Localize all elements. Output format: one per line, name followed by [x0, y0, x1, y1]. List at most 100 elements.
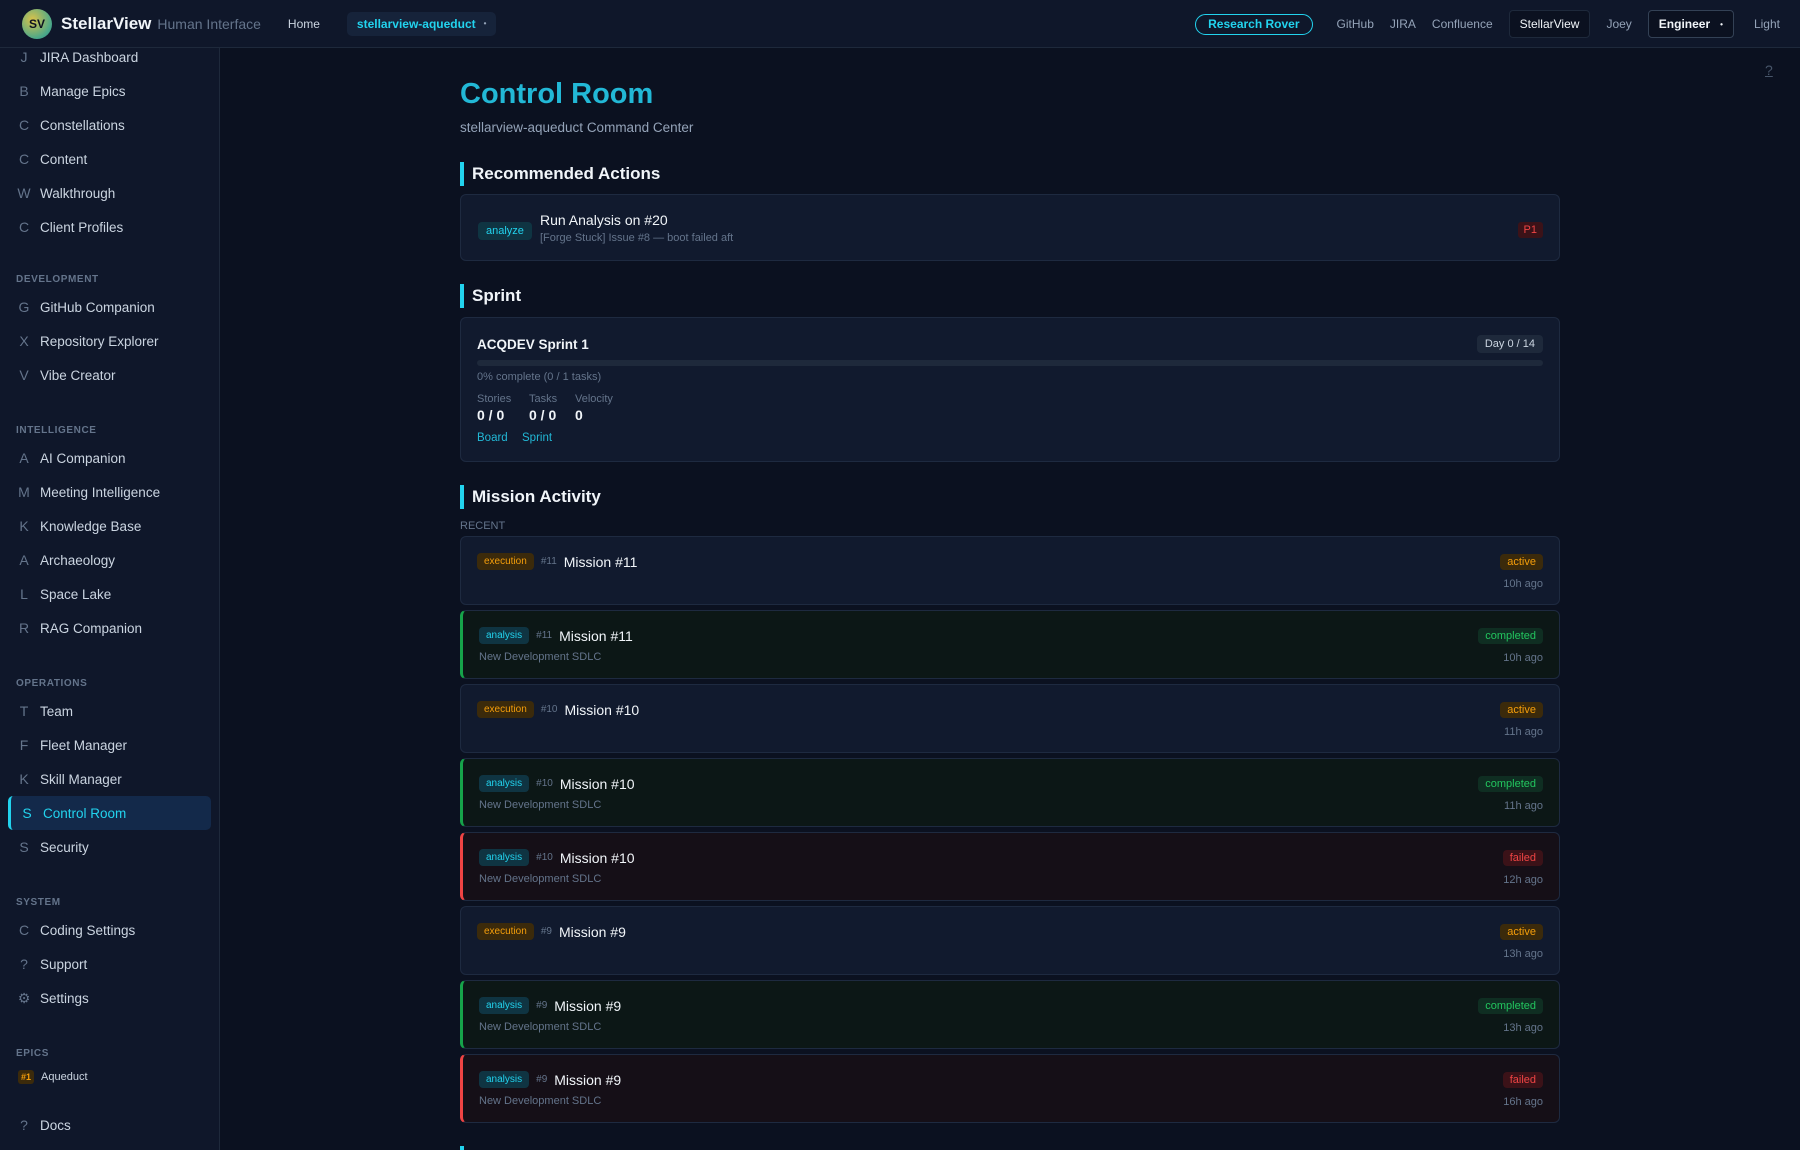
- mission-row[interactable]: execution #9 Mission #9 active 13h ago: [460, 906, 1560, 975]
- help-icon[interactable]: ?: [1765, 62, 1773, 78]
- sidebar-item-constellations[interactable]: C Constellations: [8, 109, 211, 141]
- action-subtitle: [Forge Stuck] Issue #8 — boot failed aft: [540, 232, 734, 244]
- role-value: Engineer: [1658, 17, 1711, 31]
- sidebar-item-manage-epics[interactable]: B Manage Epics: [8, 75, 211, 107]
- mission-row[interactable]: execution #10 Mission #10 active 11h ago: [460, 684, 1560, 753]
- mission-row[interactable]: analysis #10 Mission #10 New Development SD…: [460, 832, 1560, 901]
- mission-row[interactable]: analysis #9 Mission #9 New Development SDLC…: [460, 1054, 1560, 1123]
- sprint-day-badge: Day 0 / 14: [1476, 335, 1543, 353]
- sidebar-item-meeting-intelligence[interactable]: M Meeting Intelligence: [8, 476, 211, 508]
- mission-status-badge: active: [1500, 554, 1543, 570]
- mission-row[interactable]: analysis #9 Mission #9 New Development SDLC…: [460, 980, 1560, 1049]
- stat-value: 0 / 0: [529, 407, 557, 423]
- sidebar-item-icon: C: [18, 219, 30, 235]
- sidebar-item-label: Repository Explorer: [40, 333, 159, 349]
- sidebar-item-control-room[interactable]: S Control Room: [8, 796, 211, 830]
- logo-icon[interactable]: SV: [22, 8, 52, 39]
- sidebar-item-vibe-creator[interactable]: V Vibe Creator: [8, 359, 211, 391]
- sidebar-item-coding-settings[interactable]: C Coding Settings: [8, 914, 211, 946]
- epic-label: Aqueduct: [41, 1071, 88, 1083]
- mission-header: execution #11 Mission #11: [477, 553, 637, 570]
- sprint-card: ACQDEV Sprint 1 Day 0 / 14 0% complete (…: [460, 317, 1560, 462]
- recommended-action-card[interactable]: analyze Run Analysis on #20 [Forge Stuck…: [460, 194, 1560, 261]
- sidebar-item-team[interactable]: T Team: [8, 695, 211, 727]
- sidebar: J JIRA Dashboard B Manage Epics C Constella…: [0, 48, 220, 1150]
- mission-activity-heading: Mission Activity: [460, 485, 601, 509]
- sidebar-item-icon: L: [20, 586, 28, 602]
- mission-header: analysis #9 Mission #9: [479, 1071, 621, 1088]
- home-link[interactable]: Home: [288, 17, 320, 31]
- sidebar-item-fleet-manager[interactable]: F Fleet Manager: [8, 729, 211, 761]
- recommended-actions-heading: Recommended Actions: [460, 162, 660, 186]
- mission-number: #10: [536, 852, 553, 863]
- mission-status-badge: failed: [1502, 850, 1543, 866]
- sidebar-item-icon: S: [19, 839, 29, 855]
- research-rover-button[interactable]: Research Rover: [1195, 13, 1313, 35]
- mission-title: Mission #10: [564, 701, 640, 718]
- brand-subtitle: Human Interface: [157, 15, 261, 32]
- sidebar-section-intelligence: INTELLIGENCE: [16, 425, 97, 436]
- mission-time: 12h ago: [1503, 874, 1543, 886]
- mission-row[interactable]: execution #11 Mission #11 active 10h ago: [460, 536, 1560, 605]
- sidebar-item-security[interactable]: S Security: [8, 831, 211, 863]
- sidebar-item-label: Security: [40, 839, 89, 855]
- mission-row[interactable]: analysis #10 Mission #10 New Development SD…: [460, 758, 1560, 827]
- sidebar-epic-aqueduct[interactable]: #1 Aqueduct: [18, 1070, 88, 1084]
- sidebar-item-icon: V: [19, 367, 29, 383]
- sidebar-item-icon: R: [18, 620, 30, 636]
- board-link[interactable]: Board: [477, 432, 508, 444]
- sidebar-item-space-lake[interactable]: L Space Lake: [8, 578, 211, 610]
- mission-status-badge: failed: [1502, 1072, 1543, 1088]
- sidebar-item-icon: S: [22, 805, 32, 821]
- sidebar-item-settings[interactable]: ⚙ Settings: [8, 982, 211, 1014]
- sidebar-item-label: Support: [40, 956, 88, 972]
- sidebar-item-archaeology[interactable]: A Archaeology: [8, 544, 211, 576]
- mission-number: #9: [536, 1000, 548, 1011]
- sprint-stat-stories: Stories 0 / 0: [477, 393, 511, 423]
- brand-name[interactable]: StellarView: [61, 14, 151, 34]
- sidebar-item-icon: C: [18, 151, 30, 167]
- sidebar-item-support[interactable]: ? Support: [8, 948, 211, 980]
- role-selector[interactable]: Engineer •: [1647, 10, 1734, 38]
- sidebar-item-content[interactable]: C Content: [8, 143, 211, 175]
- sidebar-item-github-companion[interactable]: G GitHub Companion: [8, 291, 211, 323]
- jira-link[interactable]: JIRA: [1390, 17, 1416, 31]
- sidebar-item-walkthrough[interactable]: W Walkthrough: [8, 177, 211, 209]
- sidebar-item-label: Walkthrough: [40, 185, 116, 201]
- epic-badge: #1: [18, 1070, 35, 1084]
- sidebar-item-label: Archaeology: [40, 552, 116, 568]
- mission-type-tag: analysis: [479, 997, 530, 1014]
- theme-toggle[interactable]: Light: [1754, 17, 1780, 31]
- github-link[interactable]: GitHub: [1337, 17, 1374, 31]
- mission-number: #9: [540, 926, 552, 937]
- sprint-stat-velocity: Velocity 0: [575, 393, 613, 423]
- confluence-link[interactable]: Confluence: [1432, 17, 1493, 31]
- sidebar-item-label: Constellations: [40, 117, 125, 133]
- stellarview-link[interactable]: StellarView: [1508, 10, 1591, 38]
- sidebar-item-label: Fleet Manager: [40, 737, 128, 753]
- sidebar-item-icon: T: [19, 703, 29, 719]
- action-title: Run Analysis on #20: [540, 212, 668, 228]
- sidebar-item-knowledge-base[interactable]: K Knowledge Base: [8, 510, 211, 542]
- sidebar-item-label: JIRA Dashboard: [40, 49, 139, 65]
- sidebar-item-skill-manager[interactable]: K Skill Manager: [8, 763, 211, 795]
- sidebar-item-rag-companion[interactable]: R RAG Companion: [8, 612, 211, 644]
- user-name[interactable]: Joey: [1606, 17, 1631, 31]
- stat-label: Tasks: [529, 393, 558, 405]
- mission-title: Mission #9: [558, 923, 626, 940]
- mission-header: execution #10 Mission #10: [477, 701, 639, 718]
- project-selector[interactable]: stellarview-aqueduct •: [346, 11, 497, 36]
- sidebar-item-icon: A: [19, 552, 29, 568]
- sprint-link[interactable]: Sprint: [522, 432, 552, 444]
- sidebar-item-jira-dashboard[interactable]: J JIRA Dashboard: [8, 48, 211, 73]
- mission-subtitle: New Development SDLC: [479, 873, 602, 885]
- priority-badge: P1: [1517, 222, 1543, 238]
- mission-status-badge: active: [1500, 924, 1543, 940]
- sidebar-item-label: Space Lake: [40, 586, 112, 602]
- sidebar-item-repository-explorer[interactable]: X Repository Explorer: [8, 325, 211, 357]
- mission-row[interactable]: analysis #11 Mission #11 New Development SD…: [460, 610, 1560, 679]
- sidebar-item-label: GitHub Companion: [40, 299, 155, 315]
- sidebar-item-ai-companion[interactable]: A AI Companion: [8, 442, 211, 474]
- sidebar-item-docs[interactable]: ? Docs: [8, 1109, 211, 1141]
- sidebar-item-client-profiles[interactable]: C Client Profiles: [8, 211, 211, 243]
